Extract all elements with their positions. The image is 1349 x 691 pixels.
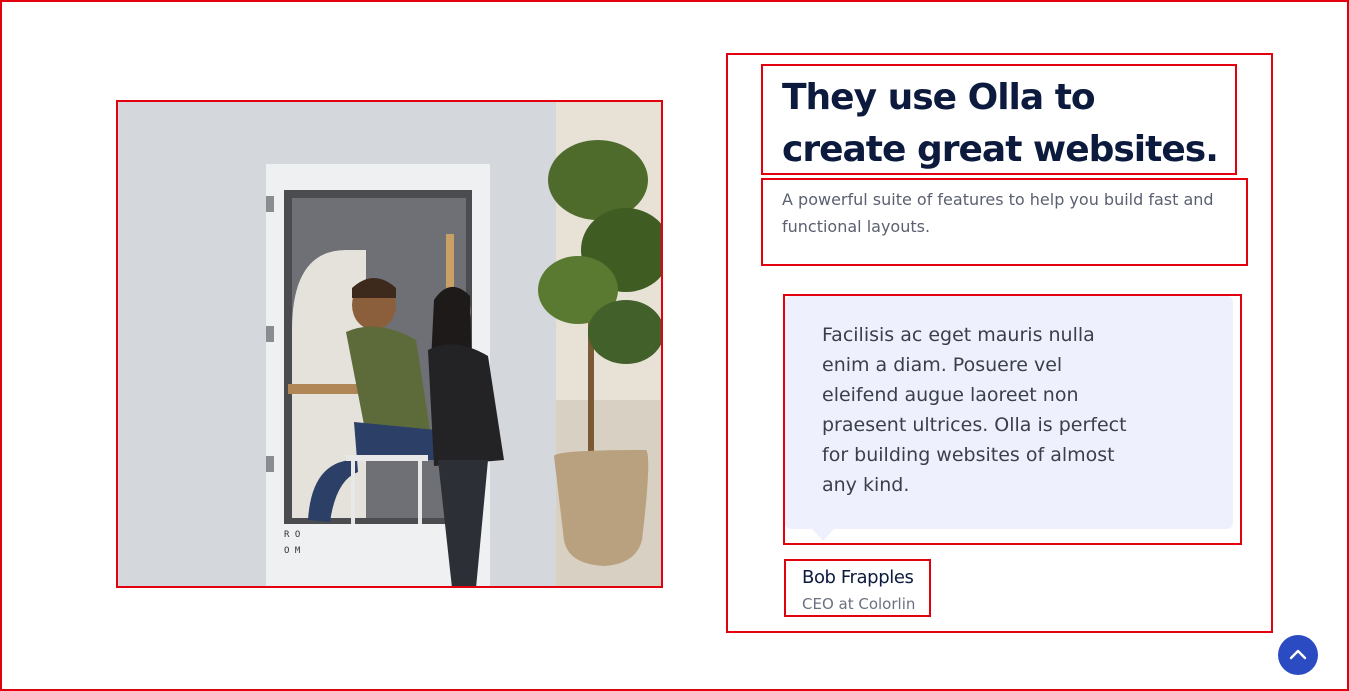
hero-photo: R O O M <box>116 100 663 588</box>
booth-brand-text-line-1: R O <box>284 530 301 540</box>
quote-card-tail <box>812 529 834 541</box>
chevron-up-icon <box>1289 649 1307 660</box>
testimonial-quote: Facilisis ac eget mauris nulla enim a di… <box>822 324 1127 496</box>
section-subtitle: A powerful suite of features to help you… <box>782 190 1214 236</box>
booth-brand-text-line-2: O M <box>284 546 301 556</box>
author-name: Bob Frapples <box>802 567 914 588</box>
author-role: CEO at Colorlin <box>802 595 916 613</box>
section-title: They use Olla to create great websites. <box>782 77 1219 170</box>
scroll-to-top-button[interactable] <box>1278 635 1318 675</box>
hero-photo-illustration <box>116 100 663 588</box>
